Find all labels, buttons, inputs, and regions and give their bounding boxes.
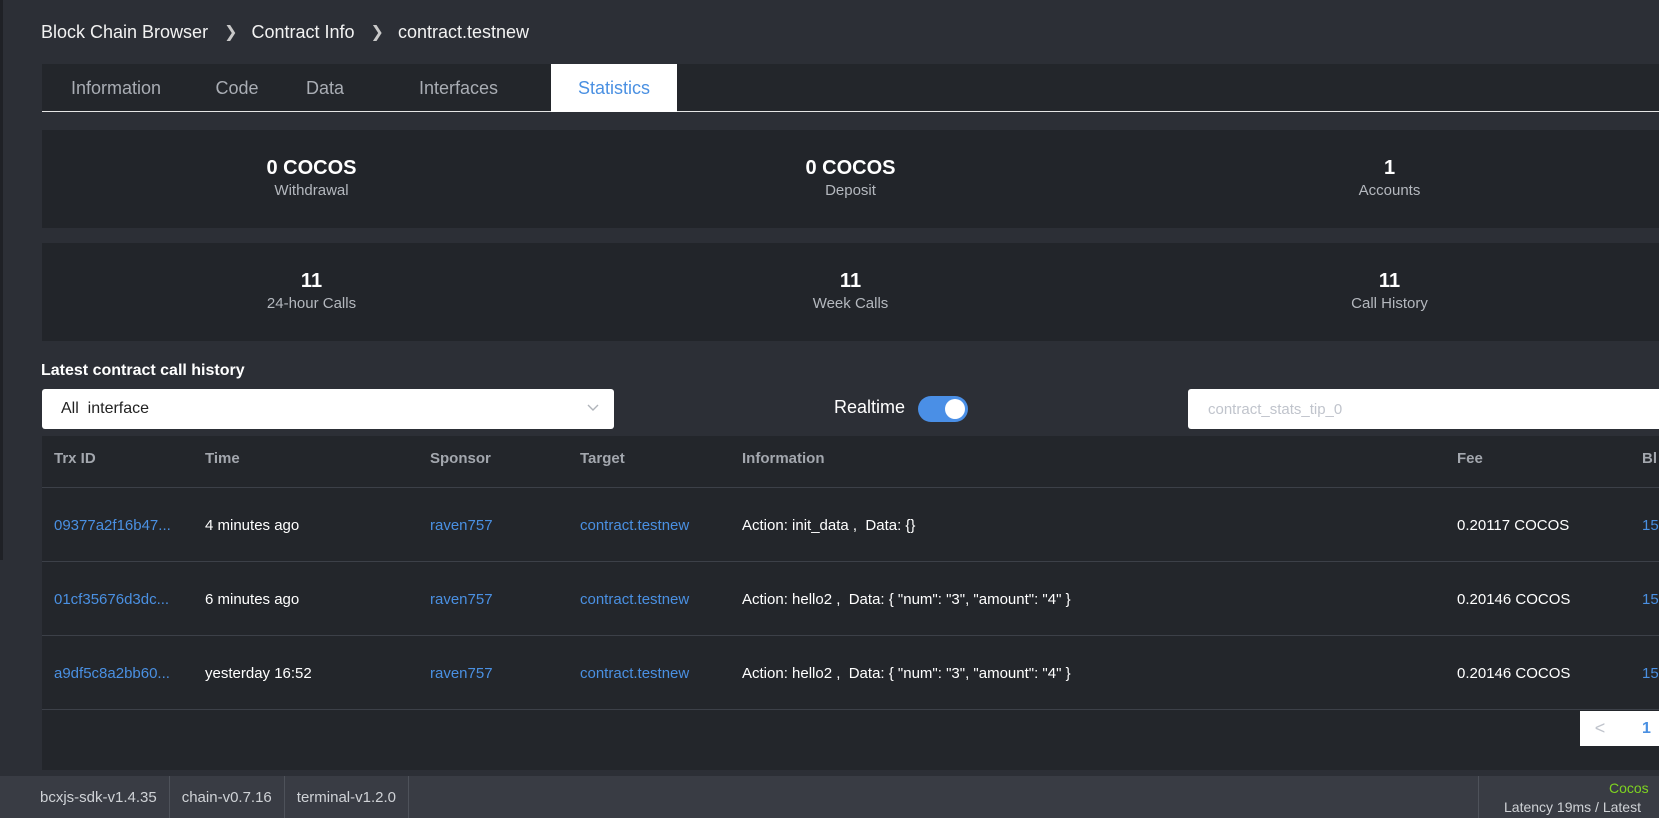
table-row: 01cf35676d3dc... 6 minutes ago raven757 … [42, 562, 1659, 636]
realtime-label: Realtime [834, 397, 906, 417]
search-input[interactable] [1188, 389, 1659, 429]
stats-card-calls: 11 24-hour Calls 11 Week Calls 11 Call H… [42, 243, 1659, 341]
column-header-sponsor: Sponsor [430, 450, 491, 467]
tab-bar: Information Code Data Interfaces Statist… [42, 64, 1659, 112]
fee-cell: 0.20146 COCOS [1457, 665, 1571, 682]
sdk-version: bcxjs-sdk-v1.4.35 [0, 776, 170, 818]
terminal-version: terminal-v1.2.0 [285, 776, 409, 818]
column-header-target: Target [580, 450, 625, 467]
fee-cell: 0.20146 COCOS [1457, 591, 1571, 608]
stat-label: 24-hour Calls [266, 295, 357, 312]
information-cell: Action: init_data , Data: {} [742, 517, 916, 534]
stat-24h-calls: 11 24-hour Calls [42, 243, 581, 341]
information-cell: Action: hello2 , Data: { "num": "3", "am… [742, 665, 1071, 682]
stat-value: 0 COCOS [266, 157, 357, 179]
network-name: Cocos [1609, 780, 1649, 796]
stat-deposit: 0 COCOS Deposit [581, 130, 1120, 228]
chevron-down-icon [587, 404, 599, 411]
chevron-left-icon[interactable]: < [1580, 718, 1620, 739]
trx-id-link[interactable]: 09377a2f16b47... [54, 517, 171, 534]
tab-code[interactable]: Code [190, 64, 284, 112]
breadcrumb-home[interactable]: Block Chain Browser [41, 22, 208, 43]
column-header-trx-id: Trx ID [54, 450, 96, 467]
column-header-information: Information [742, 450, 825, 467]
stat-label: Accounts [1358, 182, 1421, 199]
network-status[interactable]: Cocos Latency 19ms / Latest [1478, 776, 1659, 818]
chevron-right-icon: ❯ [224, 24, 238, 41]
left-edge [0, 0, 3, 560]
status-footer: bcxjs-sdk-v1.4.35 chain-v0.7.16 terminal… [0, 776, 1659, 818]
tab-statistics[interactable]: Statistics [551, 64, 677, 112]
column-header-time: Time [205, 450, 240, 467]
tab-information[interactable]: Information [42, 64, 190, 112]
tab-interfaces[interactable]: Interfaces [366, 64, 551, 112]
chevron-right-icon: ❯ [370, 24, 384, 41]
stat-accounts: 1 Accounts [1120, 130, 1659, 228]
select-value: All interface [61, 400, 150, 417]
stat-withdrawal: 0 COCOS Withdrawal [42, 130, 581, 228]
table-header: Trx ID Time Sponsor Target Information F… [42, 436, 1659, 488]
column-header-block: Bl [1642, 450, 1657, 467]
breadcrumb: Block Chain Browser ❯ Contract Info ❯ co… [41, 20, 529, 44]
pagination: < 1 [1580, 711, 1659, 746]
target-link[interactable]: contract.testnew [580, 517, 689, 534]
fee-cell: 0.20117 COCOS [1457, 517, 1570, 534]
target-link[interactable]: contract.testnew [580, 591, 689, 608]
toggle-knob [945, 399, 965, 419]
stat-value: 11 [839, 270, 862, 292]
section-title: Latest contract call history [41, 362, 245, 379]
stat-call-history: 11 Call History [1120, 243, 1659, 341]
stat-value: 0 COCOS [805, 157, 896, 179]
page-number-current[interactable]: 1 [1642, 720, 1651, 738]
block-link[interactable]: 15 [1642, 591, 1659, 608]
interface-filter-select[interactable]: All interface [42, 389, 614, 429]
breadcrumb-current: contract.testnew [397, 21, 529, 42]
stat-value: 1 [1383, 157, 1396, 179]
call-history-table: Trx ID Time Sponsor Target Information F… [42, 436, 1659, 770]
stat-value: 11 [1378, 270, 1401, 292]
latency-text: Latency 19ms / Latest [1504, 799, 1641, 815]
chain-version: chain-v0.7.16 [170, 776, 285, 818]
realtime-toggle[interactable] [918, 396, 968, 422]
trx-id-link[interactable]: a9df5c8a2bb60... [54, 665, 170, 682]
stat-label: Call History [1351, 295, 1428, 312]
sponsor-link[interactable]: raven757 [430, 665, 493, 682]
stat-value: 11 [300, 270, 323, 292]
stat-week-calls: 11 Week Calls [581, 243, 1120, 341]
stat-label: Withdrawal [274, 182, 349, 199]
table-row: 09377a2f16b47... 4 minutes ago raven757 … [42, 488, 1659, 562]
stat-label: Week Calls [812, 295, 889, 312]
tab-data[interactable]: Data [284, 64, 366, 112]
information-cell: Action: hello2 , Data: { "num": "3", "am… [742, 591, 1071, 608]
sponsor-link[interactable]: raven757 [430, 591, 493, 608]
column-header-fee: Fee [1457, 450, 1483, 467]
block-link[interactable]: 15 [1642, 517, 1659, 534]
time-cell: yesterday 16:52 [205, 665, 312, 682]
block-link[interactable]: 15 [1642, 665, 1659, 682]
time-cell: 4 minutes ago [205, 517, 300, 534]
target-link[interactable]: contract.testnew [580, 665, 689, 682]
stat-label: Deposit [825, 182, 876, 199]
breadcrumb-contract-info[interactable]: Contract Info [251, 22, 354, 43]
time-cell: 6 minutes ago [205, 591, 300, 608]
stats-card-funds: 0 COCOS Withdrawal 0 COCOS Deposit 1 Acc… [42, 130, 1659, 228]
table-row: a9df5c8a2bb60... yesterday 16:52 raven75… [42, 636, 1659, 710]
sponsor-link[interactable]: raven757 [430, 517, 493, 534]
trx-id-link[interactable]: 01cf35676d3dc... [54, 591, 169, 608]
